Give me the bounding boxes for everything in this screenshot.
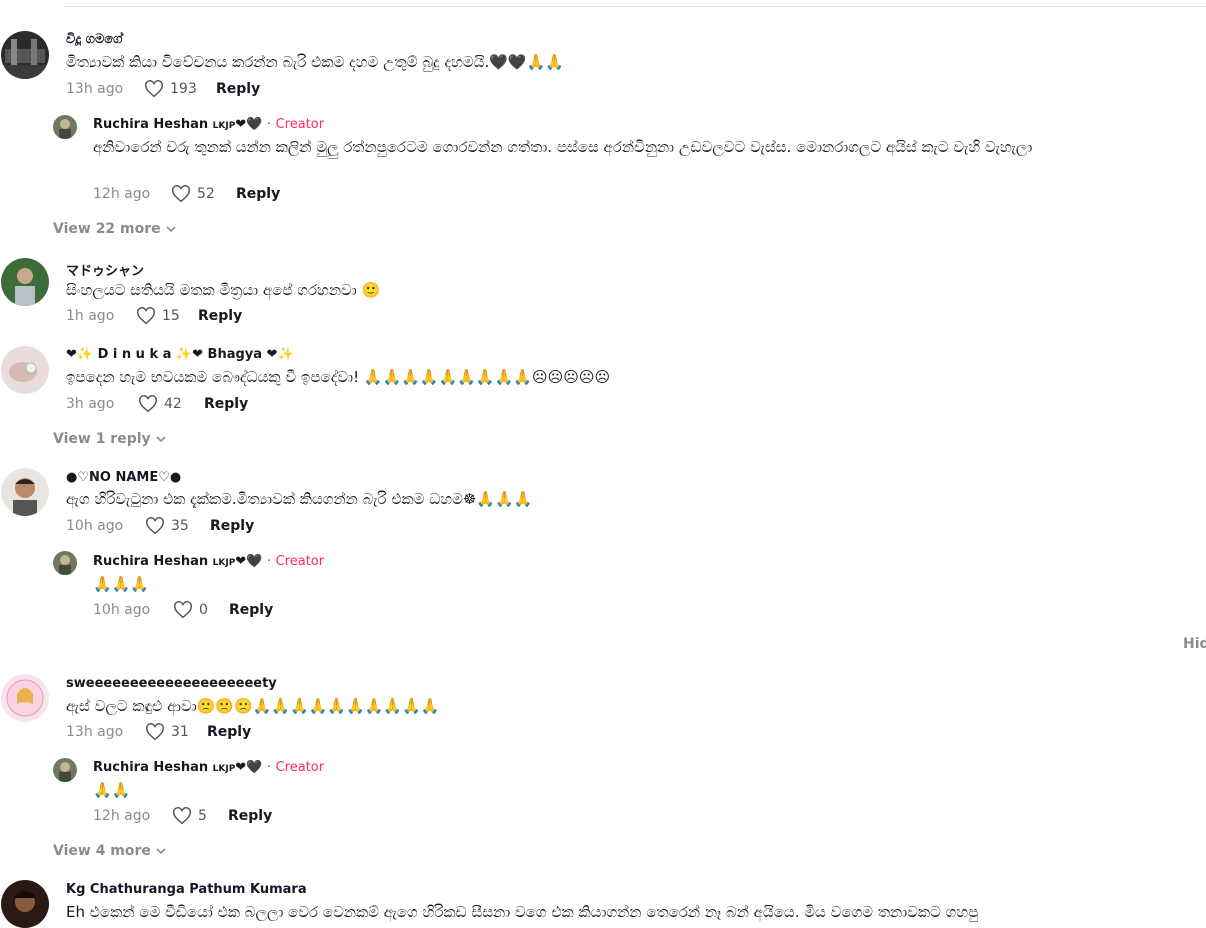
like-button[interactable]: 35 [145, 517, 189, 535]
comment-text: අනිවාරෙන් චරු තුනක් යන්න කලින් මුලු රත්න… [93, 138, 1033, 156]
comment-text: ඇස් වලට කඳුළු ආවා🙁🙁🙁🙏🙏🙏🙏🙏🙏🙏🙏🙏🙏 [66, 697, 440, 715]
commenter-name[interactable]: විදූ ගමගේ [66, 32, 122, 47]
avatar[interactable] [53, 551, 77, 575]
like-count: 31 [171, 724, 189, 740]
reply-button[interactable]: Reply [210, 518, 254, 534]
reply-button[interactable]: Reply [198, 308, 242, 324]
commenter-name[interactable]: ●♡NO NAME♡● [66, 470, 181, 485]
like-button[interactable]: 31 [145, 723, 189, 741]
heart-icon [172, 185, 190, 203]
avatar[interactable] [1, 880, 49, 928]
comment-time: 10h ago [66, 518, 124, 534]
comment-time: 1h ago [66, 308, 115, 324]
comment-text: ඉපදෙන හැම භවයකම බෞද්ධයකු වී ඉපදේවා! 🙏🙏🙏🙏… [66, 368, 611, 386]
like-count: 193 [170, 81, 197, 97]
like-count: 5 [198, 808, 207, 824]
comment-time: 13h ago [66, 81, 124, 97]
like-button[interactable]: 5 [172, 807, 207, 825]
like-count: 15 [162, 308, 180, 324]
comment-text: Eh එකෙන් මෙ වීඩියෝ එක බලලා වෙර වෙනකම් ඇග… [66, 903, 979, 921]
comment-meta: 13h ago 193 Reply [66, 80, 366, 101]
top-divider [64, 6, 1206, 7]
comment-time: 3h ago [66, 396, 115, 412]
comment-meta: 13h ago 31 Reply [66, 723, 366, 744]
chevron-down-icon [166, 226, 176, 233]
view-more-replies[interactable]: View 4 more [53, 843, 167, 859]
heart-icon [173, 807, 191, 825]
like-count: 52 [197, 186, 215, 202]
like-button[interactable]: 42 [138, 395, 182, 413]
heart-icon [145, 80, 163, 98]
heart-icon [137, 307, 155, 325]
comment-time: 13h ago [66, 724, 124, 740]
comment-time: 12h ago [93, 808, 151, 824]
comment-meta: 12h ago 52 Reply [93, 185, 393, 206]
like-button[interactable]: 15 [136, 307, 180, 325]
like-button[interactable]: 193 [144, 80, 197, 98]
creator-badge: Creator [275, 117, 325, 132]
like-count: 0 [199, 602, 208, 618]
reply-button[interactable]: Reply [236, 186, 280, 202]
commenter-name[interactable]: Ruchira Heshan LKJP❤🖤 · Creator [93, 554, 324, 569]
comment-text: ඇග හිරිවැටුනා එක දැක්කම.මිත්‍යාවක් කියගන… [66, 490, 533, 508]
commenter-name[interactable]: Ruchira Heshan LKJP❤🖤 · Creator [93, 760, 324, 775]
view-more-replies[interactable]: View 1 reply [53, 431, 167, 447]
commenter-name[interactable]: マドゥシャン [66, 260, 144, 279]
reply-button[interactable]: Reply [229, 602, 273, 618]
view-more-replies[interactable]: View 22 more [53, 221, 177, 237]
comment-text: සිංහලයට සතියයි මතක මිත්‍රයා අපේ ගරහනවා 🙂 [66, 281, 381, 299]
reply-button[interactable]: Reply [228, 808, 272, 824]
comment-meta: 1h ago 15 Reply [66, 307, 366, 328]
creator-badge: Creator [275, 760, 325, 775]
avatar[interactable] [53, 758, 77, 782]
commenter-name[interactable]: sweeeeeeeeeeeeeeeeeeeety [66, 676, 277, 691]
avatar[interactable] [1, 258, 49, 306]
creator-badge: Creator [275, 554, 325, 569]
heart-icon [146, 517, 164, 535]
like-button[interactable]: 52 [171, 185, 215, 203]
comment-meta: 3h ago 42 Reply [66, 395, 366, 416]
avatar[interactable] [1, 31, 49, 79]
hide-replies-button[interactable]: Hid [1183, 636, 1206, 652]
heart-icon [146, 723, 164, 741]
heart-icon [139, 395, 157, 413]
comment-meta: 12h ago 5 Reply [93, 807, 393, 828]
comment-time: 12h ago [93, 186, 151, 202]
comment-text: 🙏🙏 [93, 781, 131, 799]
reply-button[interactable]: Reply [207, 724, 251, 740]
comment-time: 10h ago [93, 602, 151, 618]
comment-text: මිත්‍යාවක් කියා විවේචනය කරන්න බැරි එකම ද… [66, 53, 564, 71]
like-count: 42 [164, 396, 182, 412]
avatar[interactable] [1, 346, 49, 394]
avatar[interactable] [1, 674, 49, 722]
heart-icon [174, 601, 192, 619]
chevron-down-icon [156, 436, 166, 443]
comment-meta: 10h ago 35 Reply [66, 517, 366, 538]
chevron-down-icon [156, 848, 166, 855]
like-count: 35 [171, 518, 189, 534]
comment-text: 🙏🙏🙏 [93, 575, 150, 593]
reply-button[interactable]: Reply [216, 81, 260, 97]
like-button[interactable]: 0 [173, 601, 208, 619]
avatar[interactable] [53, 115, 77, 139]
commenter-name[interactable]: Kg Chathuranga Pathum Kumara [66, 882, 307, 897]
avatar[interactable] [1, 468, 49, 516]
comment-meta: 10h ago 0 Reply [93, 601, 393, 622]
reply-button[interactable]: Reply [204, 396, 248, 412]
commenter-name[interactable]: Ruchira Heshan LKJP❤🖤 · Creator [93, 117, 324, 132]
commenter-name[interactable]: ❤✨ D i n u k a ✨❤ Bhagya ❤✨ [66, 347, 294, 362]
